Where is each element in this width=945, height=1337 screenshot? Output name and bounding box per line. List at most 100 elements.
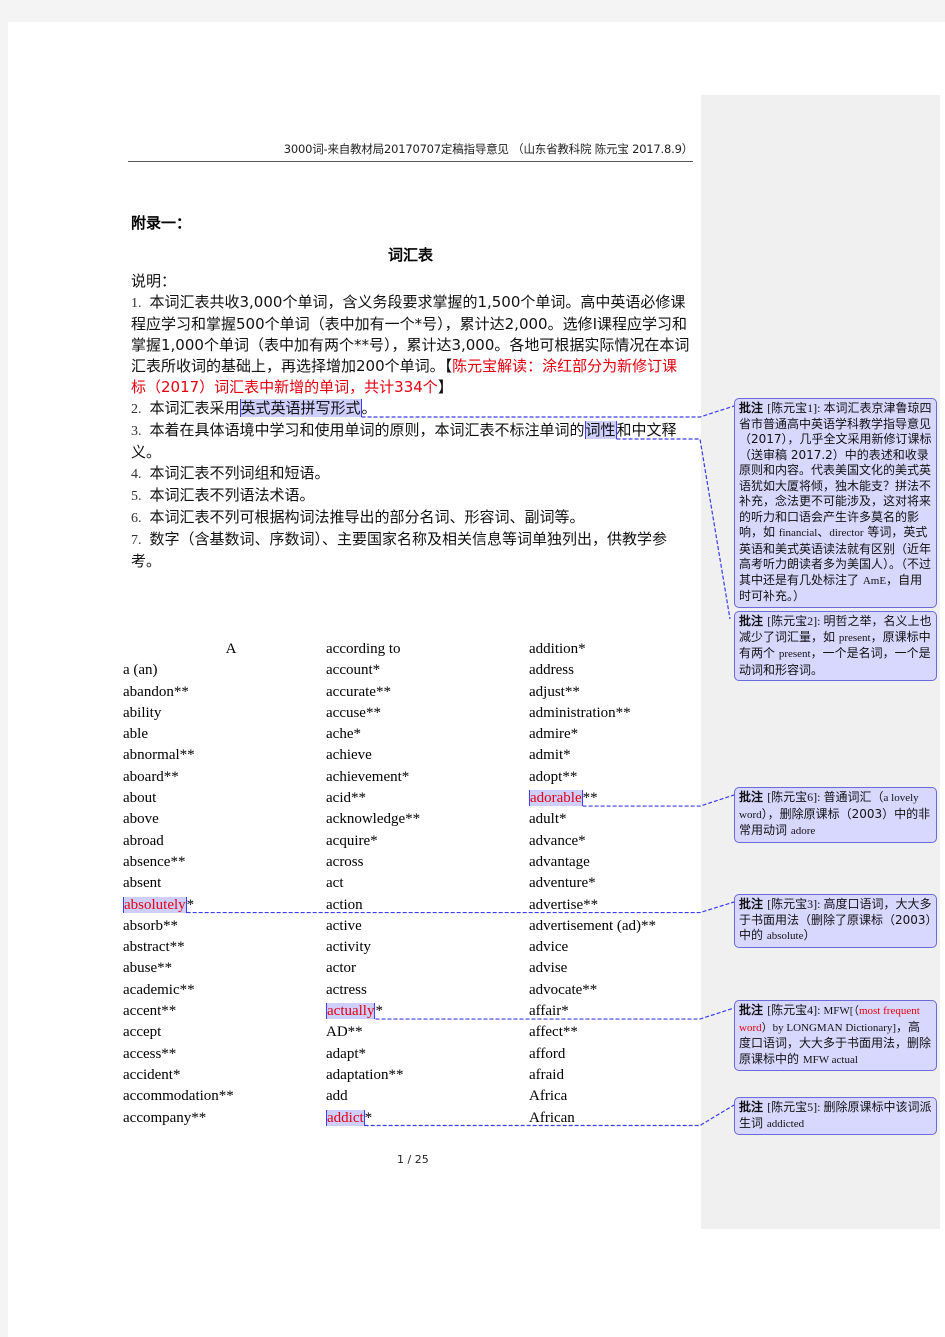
item-number: 6. (131, 511, 142, 526)
comment-text: 普通词汇（ (823, 790, 884, 804)
intro-item-6: 6. 本词汇表不列可根据构词法推导出的部分名词、形容词、副词等。 (131, 507, 691, 529)
comment-label: 批注 (739, 401, 768, 415)
comment-balloon-2[interactable]: 批注 [陈元宝2]: 明哲之举，名义上也减少了词汇量，如 present，原课标… (734, 611, 937, 681)
word-entry: afford (529, 1045, 566, 1062)
new-word-highlight[interactable]: adorable (529, 790, 583, 807)
word-entry: advice (529, 939, 569, 956)
word-level-mark: * (375, 1003, 383, 1020)
word-entry: addition* (529, 641, 586, 657)
word-entry: advertisement (ad)** (529, 917, 657, 934)
comment-author: [陈元宝4]: (767, 1003, 824, 1017)
word-entry: advise (529, 960, 568, 977)
comment-label: 批注 (739, 897, 768, 911)
comment-text: present (838, 631, 871, 644)
word-entry: affair* (529, 1003, 569, 1020)
comment-balloon-3[interactable]: 批注 [陈元宝3]: 高度口语词，大大多于书面用法（删除了原课标（2003）中的… (734, 894, 937, 948)
comment-label: 批注 (739, 614, 768, 628)
word-entry: adventure* (529, 875, 596, 892)
word-entry: ability (123, 704, 162, 721)
item-text: 本着在具体语境中学习和使用单词的原则，本词汇表不标注单词的 (149, 421, 585, 439)
item-text: 数字（含基数词、序数词）、主要国家名称及相关信息等词单独列出，供教学参考。 (131, 530, 668, 570)
word-column-2: according to account* accurate** accuse** ac… (326, 639, 420, 1129)
word-entry: ache* (326, 726, 361, 743)
new-word-highlight[interactable]: addict (326, 1109, 365, 1126)
comment-text: AmE (862, 574, 887, 587)
word-entry: admit* (529, 747, 571, 764)
word-entry: adjust** (529, 683, 580, 700)
comment-text: ），删除原课标（2003）中的非常用动词 (739, 806, 931, 838)
word-entry: afraid (529, 1066, 564, 1083)
word-entry: achieve (326, 747, 372, 764)
word-entry: acquire* (326, 832, 378, 849)
word-entry: absent (123, 875, 162, 892)
word-entry: address (529, 662, 574, 679)
item-number: 3. (131, 424, 142, 439)
word-entry: across (326, 853, 364, 870)
word-entry: action (326, 896, 363, 913)
word-entry: advantage (529, 853, 590, 870)
word-entry: accuse** (326, 704, 381, 721)
word-entry: accept (123, 1024, 162, 1041)
comment-text: absolute (766, 930, 804, 942)
word-entry: African (529, 1109, 575, 1126)
new-word-highlight[interactable]: absolutely (123, 896, 187, 913)
appendix-label: 附录一： (131, 214, 192, 232)
word-column-3: addition* address adjust** administration**… (529, 639, 656, 1129)
comment-author: [陈元宝6]: (767, 790, 824, 804)
comment-balloon-1[interactable]: 批注 [陈元宝1]: 本词汇表京津鲁琼四省市普通高中英语学科教学指导意见（201… (734, 398, 937, 608)
word-entry: a (an) (123, 662, 158, 679)
comment-text: MFW[（ (823, 1005, 859, 1017)
item-text: 本词汇表不列语法术语。 (149, 486, 315, 504)
word-level-mark: * (186, 896, 195, 913)
word-entry: advance* (529, 832, 586, 849)
item-number: 2. (131, 402, 142, 417)
intro-label: 说明： (131, 272, 177, 290)
item-text: 本词汇表不列词组和短语。 (149, 464, 330, 482)
page-header: 3000词-来自教材局20170707定稿指导意见 （山东省教科院 陈元宝 20… (128, 141, 693, 162)
word-entry: acknowledge** (326, 811, 421, 828)
comment-text: financial (778, 527, 818, 539)
word-level-mark: ** (582, 790, 598, 807)
comment-text: addicted (766, 1117, 805, 1130)
word-entry: accompany** (123, 1109, 207, 1126)
word-level-mark: * (364, 1109, 373, 1126)
word-entry: actress (326, 981, 367, 998)
section-letter: A (225, 641, 237, 657)
word-entry: absence** (123, 853, 186, 870)
intro-item-3: 3. 本着在具体语境中学习和使用单词的原则，本词汇表不标注单词的词性和中文释义。 (131, 420, 691, 463)
comment-author: [陈元宝2]: (767, 614, 824, 628)
word-entry: achievement* (326, 768, 410, 785)
comment-author: [陈元宝1]: (767, 401, 824, 415)
word-entry: abroad (123, 832, 164, 849)
new-word-highlight[interactable]: actually (326, 1003, 376, 1020)
word-entry: active (326, 917, 362, 934)
page-indicator: 1 / 25 (397, 1153, 429, 1166)
comment-text: ） (803, 928, 816, 942)
comment-balloon-4[interactable]: 批注 [陈元宝4]: MFW[（most frequent word）by LO… (734, 1000, 937, 1071)
comment-balloon-5[interactable]: 批注 [陈元宝5]: 删除原课标中该词派生词 addicted (734, 1097, 937, 1135)
comment-text: 本词汇表京津鲁琼四省市普通高中英语学科教学指导意见（2017），几乎全文采用新修… (739, 401, 932, 539)
comment-text: adore (790, 825, 816, 837)
word-entry: absolutely* (123, 895, 347, 916)
item-number: 7. (131, 533, 142, 548)
word-entry: accent** (123, 1003, 177, 1020)
word-entry: acid** (326, 790, 366, 807)
word-entry: actor (326, 960, 356, 977)
comment-label: 批注 (739, 1003, 768, 1017)
intro-item-2: 2. 本词汇表采用英式英语拼写形式。 (131, 398, 691, 420)
commented-text-part-of-speech[interactable]: 词性 (584, 421, 617, 439)
comment-balloon-6[interactable]: 批注 [陈元宝6]: 普通词汇（a lovely word），删除原课标（200… (734, 787, 937, 843)
word-entry: abstract** (123, 939, 185, 956)
word-entry: adopt** (529, 768, 578, 785)
word-entry: AD** (326, 1024, 363, 1041)
word-entry: accident* (123, 1066, 181, 1083)
commented-text-british-spelling[interactable]: 英式英语拼写形式 (239, 399, 362, 417)
word-entry: above (123, 811, 159, 828)
word-entry: accurate** (326, 683, 391, 700)
intro-item-5: 5. 本词汇表不列语法术语。 (131, 485, 691, 507)
word-entry: access** (123, 1045, 177, 1062)
word-entry: about (123, 790, 157, 807)
word-entry: administration** (529, 704, 631, 721)
word-entry: adult* (529, 811, 567, 828)
item-number: 5. (131, 489, 142, 504)
